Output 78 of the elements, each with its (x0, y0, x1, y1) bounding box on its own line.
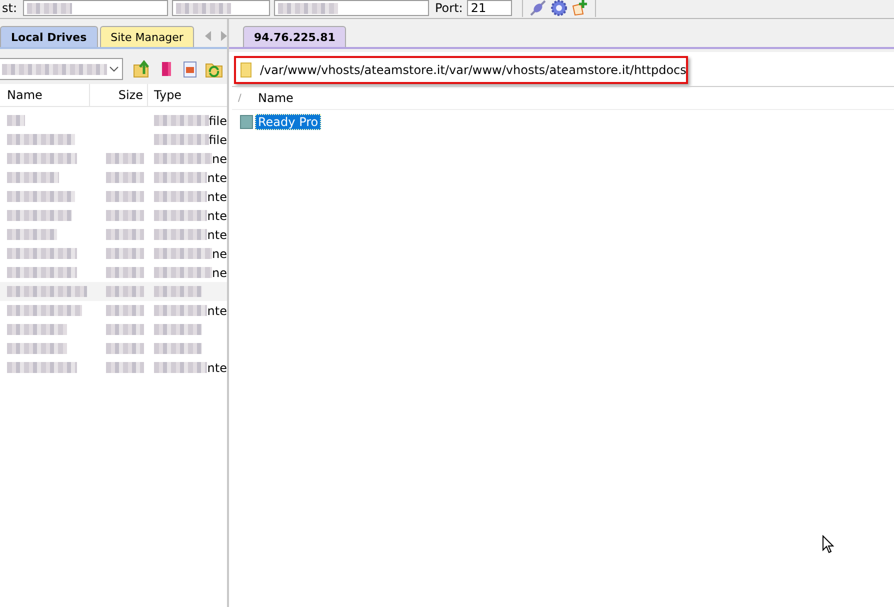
folder-icon[interactable] (240, 62, 252, 78)
blurred-text (106, 267, 144, 278)
column-header[interactable]: Name (0, 84, 90, 106)
blurred-text (7, 191, 75, 202)
blurred-text (154, 153, 212, 164)
column-header[interactable]: Type (148, 84, 227, 106)
blurred-text (7, 134, 75, 145)
file-name[interactable]: Ready Pro (255, 114, 322, 130)
blurred-text (154, 286, 202, 297)
blurred-text (154, 210, 208, 221)
type-text: ne (212, 246, 227, 260)
username-field[interactable] (172, 0, 270, 16)
connect-icon[interactable] (528, 0, 547, 17)
add-bookmark-icon[interactable] (570, 0, 589, 17)
gear-icon[interactable] (550, 0, 568, 17)
blurred-text (154, 191, 208, 202)
folder-icon[interactable] (240, 115, 253, 129)
blurred-text (7, 229, 57, 240)
scroll-left-icon[interactable] (204, 31, 212, 41)
type-text: nte (207, 228, 227, 242)
blurred-text (154, 305, 208, 316)
blurred-text (27, 2, 72, 14)
blurred-text (7, 324, 67, 335)
type-text: ne (212, 266, 227, 280)
tab[interactable]: Site Manager (100, 26, 194, 47)
host-field[interactable] (23, 0, 168, 16)
port-field[interactable]: 21 (466, 0, 512, 16)
blurred-text (7, 267, 77, 278)
column-header[interactable]: Name (258, 91, 294, 105)
type-text: nte (207, 360, 227, 374)
type-text: nte (207, 170, 227, 184)
folder-up-icon[interactable] (133, 60, 151, 78)
blurred-text (7, 115, 25, 126)
blurred-text (7, 210, 72, 221)
password-field[interactable] (274, 0, 429, 16)
dropdown-caret-icon[interactable] (109, 66, 119, 72)
blurred-text (106, 172, 144, 183)
blurred-text (154, 172, 208, 183)
blurred-text (154, 248, 212, 259)
blurred-text (7, 362, 77, 373)
blurred-text (106, 324, 144, 335)
blurred-text (176, 2, 231, 14)
blurred-text (278, 2, 338, 14)
blurred-text (106, 343, 144, 354)
blurred-text (106, 210, 144, 221)
selected-row[interactable] (0, 282, 227, 301)
blurred-text (7, 248, 77, 259)
blurred-text (154, 324, 202, 335)
mouse-cursor-icon (822, 535, 835, 554)
document-icon[interactable] (181, 60, 199, 78)
type-text: ne (212, 152, 227, 166)
type-text: file (208, 114, 227, 128)
blurred-text (154, 267, 212, 278)
blurred-text (106, 286, 144, 297)
tab[interactable]: 94.76.225.81 (243, 26, 346, 47)
blurred-text (106, 229, 144, 240)
host-label: st: (2, 1, 17, 15)
blurred-text (154, 229, 208, 240)
blurred-text (7, 343, 67, 354)
type-text: nte (207, 304, 227, 318)
type-text: nte (207, 208, 227, 222)
type-text: nte (207, 190, 227, 204)
blurred-text (106, 191, 144, 202)
blurred-text (106, 362, 144, 373)
blurred-text (7, 153, 77, 164)
path-field[interactable]: /var/www/vhosts/ateamstore.it/var/www/vhosts/ateamstore.it/httpdocs (234, 56, 688, 84)
tab[interactable]: Local Drives (0, 26, 98, 47)
blurred-text (106, 248, 144, 259)
blurred-text (154, 134, 209, 145)
blurred-text (154, 343, 202, 354)
blurred-text (106, 153, 144, 164)
blurred-text (154, 362, 208, 373)
port-label: Port: (435, 1, 463, 15)
blurred-text (7, 172, 59, 183)
column-header[interactable]: Size (90, 84, 148, 106)
type-text: file (208, 132, 227, 146)
blurred-text (106, 305, 144, 316)
blurred-text (154, 115, 209, 126)
